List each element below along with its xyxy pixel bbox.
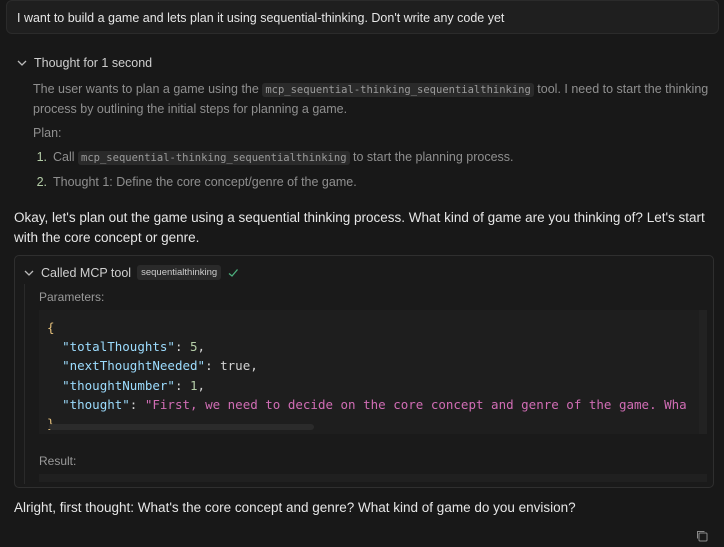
horizontal-scrollbar[interactable] [49, 424, 314, 430]
thought-toggle[interactable]: Thought for 1 second [16, 56, 152, 70]
parameters-label: Parameters: [39, 290, 105, 304]
json-value: 5 [190, 339, 198, 355]
result-block [39, 474, 707, 482]
plan-code: mcp_sequential-thinking_sequentialthinki… [78, 151, 350, 165]
json-value: 1 [190, 377, 198, 393]
chevron-down-icon [17, 60, 27, 66]
thought-header: Thought for 1 second [34, 56, 153, 70]
plan-text: to start the planning process. [349, 150, 514, 164]
user-message: I want to build a game and lets plan it … [6, 0, 719, 34]
tool-name-badge: sequentialthinking [137, 265, 222, 280]
thought-paragraph: The user wants to plan a game using the … [33, 80, 713, 119]
json-value: true [220, 358, 251, 374]
plan-item-text: Thought 1: Define the core concept/genre… [53, 175, 357, 189]
check-icon [228, 268, 239, 277]
tool-name-code: mcp_sequential-thinking_sequentialthinki… [262, 83, 534, 97]
plan-item: 1. Call mcp_sequential-thinking_sequenti… [33, 148, 713, 168]
tool-header-label: Called MCP tool [41, 265, 132, 280]
plan-text: Call [53, 150, 79, 164]
code-content: { "totalThoughts": 5, "nextThoughtNeeded… [47, 318, 687, 433]
assistant-final-message: Alright, first thought: What's the core … [14, 500, 576, 515]
mcp-tool-card: Called MCP tool sequentialthinking Param… [14, 255, 714, 488]
json-key: "nextThoughtNeeded" [62, 358, 206, 374]
json-key: "thoughtNumber" [62, 377, 175, 393]
json-key: "thought" [62, 396, 130, 412]
tool-header[interactable]: Called MCP tool sequentialthinking [23, 265, 239, 280]
json-open-brace: { [47, 320, 55, 335]
result-label: Result: [39, 454, 77, 468]
plan-item: 2. Thought 1: Define the core concept/ge… [33, 173, 713, 192]
plan-list: 1. Call mcp_sequential-thinking_sequenti… [33, 148, 713, 192]
assistant-reply: Okay, let's plan out the game using a se… [14, 210, 705, 245]
tool-details: Parameters: { "totalThoughts": 5, "nextT… [24, 284, 707, 484]
thought-body: The user wants to plan a game using the … [33, 80, 713, 197]
plan-label: Plan: [33, 126, 62, 140]
plan-item-number: 2. [36, 175, 47, 189]
parameters-code-block[interactable]: { "totalThoughts": 5, "nextThoughtNeeded… [39, 310, 707, 434]
thought-text: The user wants to plan a game using the [33, 82, 263, 96]
vertical-scrollbar[interactable] [699, 310, 707, 434]
plan-item-text: Call mcp_sequential-thinking_sequentialt… [53, 148, 514, 168]
json-key: "totalThoughts" [62, 339, 175, 355]
plan-item-number: 1. [36, 150, 47, 164]
chevron-down-icon [24, 270, 34, 276]
json-value: "First, we need to decide on the core co… [144, 396, 687, 412]
copy-icon[interactable] [695, 529, 709, 543]
